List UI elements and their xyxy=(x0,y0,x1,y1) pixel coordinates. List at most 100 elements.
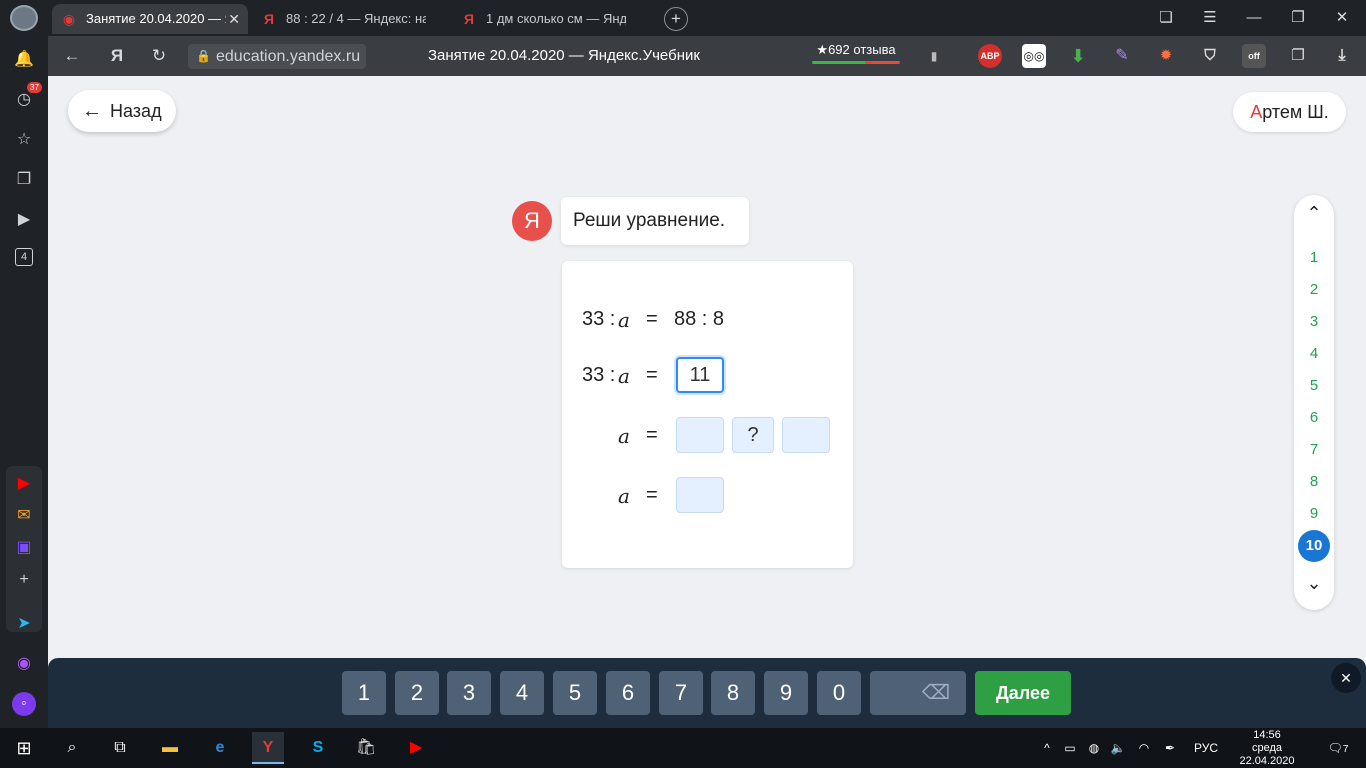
alice-voice-icon[interactable]: ◦ xyxy=(12,692,36,716)
chevron-up-icon[interactable]: ⌃ xyxy=(1294,203,1334,224)
adblock-icon[interactable]: ABP xyxy=(978,44,1002,68)
question-6[interactable]: 6 xyxy=(1298,402,1330,434)
answer-input-operand1[interactable] xyxy=(676,417,724,453)
eq2-variable: a xyxy=(618,364,630,388)
eq1-equals: = xyxy=(646,308,658,330)
bug-icon[interactable]: ✹ xyxy=(1154,44,1178,68)
question-3[interactable]: 3 xyxy=(1298,306,1330,338)
off-toggle-icon[interactable]: off xyxy=(1242,44,1266,68)
url-field[interactable]: 🔒 education.yandex.ru xyxy=(188,44,367,69)
tab-search-division[interactable]: Я 88 : 22 / 4 — Яндекс: нашл xyxy=(252,4,448,34)
tab-search-dm[interactable]: Я 1 дм сколько см — Яндек xyxy=(452,4,648,34)
question-5[interactable]: 5 xyxy=(1298,370,1330,402)
key-2[interactable]: 2 xyxy=(395,671,439,715)
wifi-icon[interactable]: ◠ xyxy=(1134,728,1154,768)
eq4-equals: = xyxy=(646,484,658,506)
back-arrow-icon[interactable]: ← xyxy=(58,42,86,70)
tray-expand-icon[interactable]: ^ xyxy=(1038,728,1056,768)
favorites-star-icon[interactable]: ☆ xyxy=(12,128,36,152)
key-5[interactable]: 5 xyxy=(553,671,597,715)
bookmarks-panel-icon[interactable]: ❏ xyxy=(1144,0,1188,36)
question-2[interactable]: 2 xyxy=(1298,274,1330,306)
browser-address-bar: ← Я ↻ 🔒 education.yandex.ru Занятие 20.0… xyxy=(0,36,1366,76)
answer-input-operand2[interactable] xyxy=(782,417,830,453)
key-6[interactable]: 6 xyxy=(606,671,650,715)
question-1[interactable]: 1 xyxy=(1298,242,1330,274)
key-4[interactable]: 4 xyxy=(500,671,544,715)
question-4[interactable]: 4 xyxy=(1298,338,1330,370)
key-3[interactable]: 3 xyxy=(447,671,491,715)
new-tab-button[interactable]: + xyxy=(664,7,688,31)
youtube-icon[interactable]: ▶ xyxy=(12,472,36,496)
next-button[interactable]: Далее xyxy=(975,671,1071,715)
key-0[interactable]: 0 xyxy=(817,671,861,715)
minimize-button[interactable]: — xyxy=(1232,0,1276,36)
network-disconnected-icon[interactable]: ◍ xyxy=(1084,728,1104,768)
file-explorer-icon[interactable]: ▬ xyxy=(154,732,186,764)
key-9[interactable]: 9 xyxy=(764,671,808,715)
bookmark-icon[interactable]: ▮ xyxy=(922,44,946,68)
windows-start-icon[interactable]: ⊞ xyxy=(8,732,40,764)
clock-date: 22.04.2020 xyxy=(1239,755,1295,767)
pen-icon[interactable]: ✒ xyxy=(1160,728,1180,768)
incognito-glasses-icon[interactable]: ◎◎ xyxy=(1022,44,1046,68)
pocket-icon[interactable]: ⛉ xyxy=(1198,44,1222,68)
close-keypad-icon[interactable]: ✕ xyxy=(1331,663,1361,693)
battery-icon[interactable]: ▭ xyxy=(1060,728,1080,768)
user-profile-button[interactable]: Артем Ш. xyxy=(1233,92,1346,132)
tab-close-icon[interactable]: ✕ xyxy=(228,4,240,34)
answer-input-result[interactable] xyxy=(676,477,724,513)
eq3-variable: a xyxy=(618,424,630,448)
store-icon[interactable]: 🛍 xyxy=(350,732,382,764)
volume-icon[interactable]: 🔈 xyxy=(1108,728,1128,768)
download-arrow-icon[interactable]: ⬇ xyxy=(1066,44,1090,68)
notifications-bell-icon[interactable]: 🔔 xyxy=(12,48,36,72)
site-reviews[interactable]: ★692 отзыва xyxy=(812,42,900,64)
answer-input-divisor[interactable]: 11 xyxy=(676,357,724,393)
question-7[interactable]: 7 xyxy=(1298,434,1330,466)
history-clock-icon[interactable]: ◷ xyxy=(12,88,36,112)
search-icon[interactable]: ⌕ xyxy=(56,732,88,764)
question-8[interactable]: 8 xyxy=(1298,466,1330,498)
operator-select[interactable]: ? xyxy=(732,417,774,453)
add-app-icon[interactable]: + xyxy=(12,568,36,592)
back-button[interactable]: ← Назад xyxy=(68,90,176,132)
digit-keypad: 1 2 3 4 5 6 7 8 9 0 ⌫ Далее ✕ xyxy=(48,658,1366,728)
send-plane-icon[interactable]: ➤ xyxy=(12,612,36,636)
yandex-browser-icon[interactable]: Y xyxy=(252,732,284,764)
edge-browser-icon[interactable]: e xyxy=(204,732,236,764)
question-9[interactable]: 9 xyxy=(1298,498,1330,530)
messenger-icon[interactable]: ▣ xyxy=(12,536,36,560)
key-1[interactable]: 1 xyxy=(342,671,386,715)
close-window-button[interactable]: ✕ xyxy=(1320,0,1364,36)
video-play-icon[interactable]: ▶ xyxy=(12,208,36,232)
browser-menu-avatar-icon[interactable] xyxy=(10,5,38,31)
tab-lesson[interactable]: ◉ Занятие 20.04.2020 — Я ✕ xyxy=(52,4,248,34)
task-view-icon[interactable]: ⧉ xyxy=(104,732,136,764)
eq3-equals: = xyxy=(646,424,658,446)
youtube-taskbar-icon[interactable]: ▶ xyxy=(400,732,432,764)
chevron-down-icon[interactable]: ⌄ xyxy=(1294,573,1334,594)
browser-menu-icon[interactable]: ☰ xyxy=(1188,0,1232,36)
action-center-icon[interactable]: 🗨7 xyxy=(1318,728,1358,768)
skype-icon[interactable]: S xyxy=(302,732,334,764)
collections-icon[interactable]: ❐ xyxy=(1286,44,1310,68)
alice-app-icon[interactable]: ◉ xyxy=(12,652,36,676)
question-10-current[interactable]: 10 xyxy=(1298,530,1330,562)
notifications-count: 7 xyxy=(1342,744,1349,755)
taskbar-clock[interactable]: 14:56 среда 22.04.2020 xyxy=(1236,728,1298,768)
reload-icon[interactable]: ↻ xyxy=(145,42,173,70)
key-7[interactable]: 7 xyxy=(659,671,703,715)
yandex-home-icon[interactable]: Я xyxy=(103,42,131,70)
maximize-button[interactable]: ❐ xyxy=(1276,0,1320,36)
key-8[interactable]: 8 xyxy=(711,671,755,715)
counter-badge[interactable]: 4 xyxy=(15,248,33,266)
backspace-key[interactable]: ⌫ xyxy=(870,671,966,715)
clock-time: 14:56 xyxy=(1253,729,1281,741)
language-indicator[interactable]: РУС xyxy=(1188,728,1224,768)
downloads-icon[interactable]: ⤓ xyxy=(1330,44,1354,68)
mail-icon[interactable]: ✉ xyxy=(12,504,36,528)
collections-icon[interactable]: ❐ xyxy=(12,168,36,192)
feather-icon[interactable]: ✎ xyxy=(1110,44,1134,68)
browser-tab-strip: ◉ Занятие 20.04.2020 — Я ✕ Я 88 : 22 / 4… xyxy=(0,0,1366,36)
